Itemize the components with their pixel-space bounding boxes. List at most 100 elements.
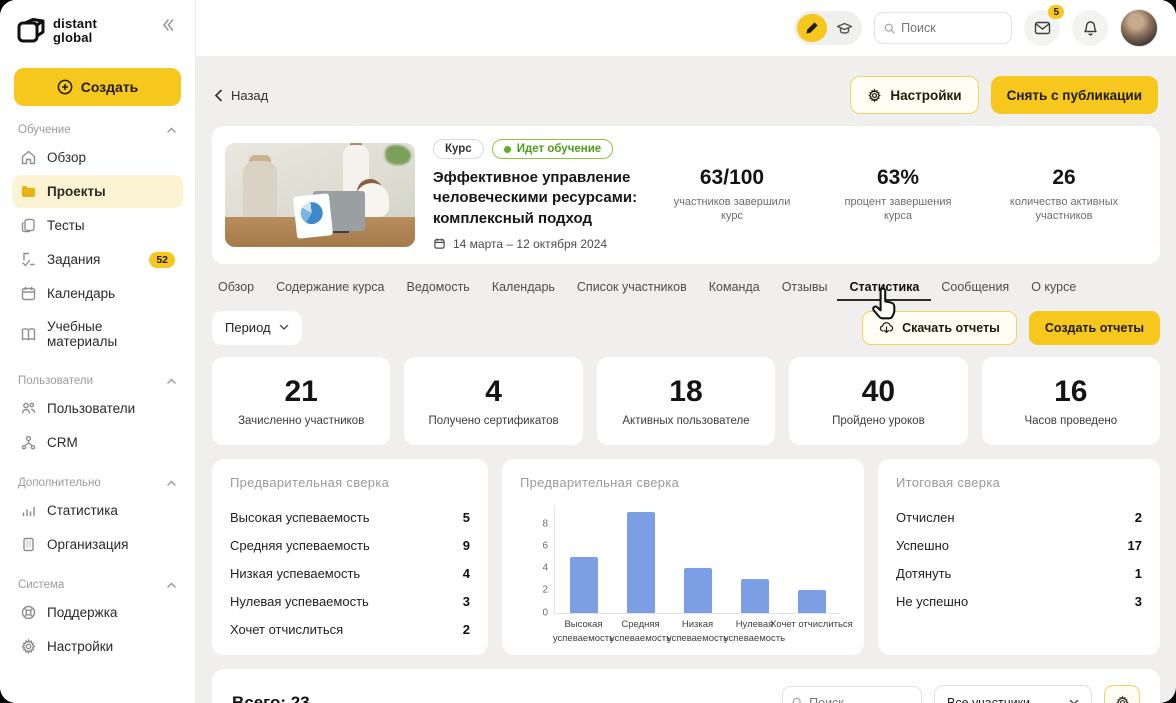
tab-participants[interactable]: Список участников bbox=[577, 280, 687, 301]
tab-about[interactable]: О курсе bbox=[1031, 280, 1076, 301]
sidebar-item-organization[interactable]: Организация bbox=[12, 528, 183, 561]
participants-total: Всего: 23 bbox=[232, 693, 782, 703]
list-item: Не успешно3 bbox=[896, 588, 1142, 616]
global-search[interactable] bbox=[874, 12, 1012, 44]
gear-icon bbox=[1115, 695, 1130, 703]
tab-overview[interactable]: Обзор bbox=[218, 280, 254, 301]
bar-chart-plot: 02468Высокая успеваемостьСредняя успевае… bbox=[554, 506, 840, 614]
tab-reviews[interactable]: Отзывы bbox=[782, 280, 828, 301]
tab-gradebook[interactable]: Ведомость bbox=[407, 280, 470, 301]
participants-search-input[interactable] bbox=[809, 696, 912, 703]
bar-chart: 02468Высокая успеваемостьСредняя успевае… bbox=[520, 500, 846, 640]
section-title: Обучение bbox=[18, 124, 71, 136]
brand-cube-icon bbox=[16, 16, 46, 46]
support-icon bbox=[20, 604, 37, 621]
sidebar-item-overview[interactable]: Обзор bbox=[12, 141, 183, 174]
participants-filter-dropdown[interactable]: Все участники bbox=[934, 685, 1092, 703]
pencil-icon bbox=[805, 21, 819, 35]
course-type-badge: Курс bbox=[433, 139, 484, 159]
panel-title: Итоговая сверка bbox=[896, 475, 1142, 490]
assignment-check-icon bbox=[20, 251, 37, 268]
y-axis-tick: 2 bbox=[542, 585, 548, 596]
tests-icon bbox=[20, 217, 37, 234]
sidebar-item-assignments[interactable]: Задания 52 bbox=[12, 243, 183, 276]
list-item: Отчислен2 bbox=[896, 504, 1142, 532]
y-axis-tick: 4 bbox=[542, 563, 548, 574]
create-button[interactable]: Создать bbox=[14, 68, 181, 106]
sidebar-item-users[interactable]: Пользователи bbox=[12, 392, 183, 425]
course-settings-button[interactable]: Настройки bbox=[850, 76, 978, 114]
chevron-down-icon bbox=[1069, 699, 1079, 703]
sidebar-item-label: Организация bbox=[47, 537, 128, 552]
search-input[interactable] bbox=[901, 21, 1002, 35]
cloud-download-icon bbox=[879, 321, 894, 334]
tab-statistics[interactable]: Статистика bbox=[849, 280, 919, 301]
course-image bbox=[225, 143, 415, 247]
chevron-up-icon[interactable] bbox=[166, 478, 177, 489]
download-reports-button[interactable]: Скачать отчеты bbox=[862, 311, 1017, 345]
sidebar-item-support[interactable]: Поддержка bbox=[12, 596, 183, 629]
sidebar-item-label: Поддержка bbox=[47, 605, 117, 620]
chevron-down-icon bbox=[279, 324, 289, 331]
course-status-badge: Идет обучение bbox=[492, 139, 614, 159]
tab-calendar[interactable]: Календарь bbox=[492, 280, 555, 301]
messages-button[interactable]: 5 bbox=[1024, 10, 1060, 46]
chevron-left-icon bbox=[214, 89, 223, 102]
app-window: distantglobal Создать Обучение Обзор bbox=[0, 0, 1176, 703]
sidebar-section-system: Система Поддержка Настройки bbox=[12, 573, 183, 663]
create-reports-button[interactable]: Создать отчеты bbox=[1029, 311, 1160, 345]
unpublish-button[interactable]: Снять с публикации bbox=[991, 76, 1158, 114]
y-axis-tick: 8 bbox=[542, 518, 548, 529]
course-dates: 14 марта – 12 октября 2024 bbox=[433, 237, 648, 251]
stat-card-lessons: 40Пройдено уроков bbox=[789, 357, 967, 445]
tab-team[interactable]: Команда bbox=[709, 280, 760, 301]
list-item: Дотянуть1 bbox=[896, 560, 1142, 588]
sidebar-item-statistics[interactable]: Статистика bbox=[12, 494, 183, 527]
sidebar: distantglobal Создать Обучение Обзор bbox=[0, 0, 196, 703]
bar bbox=[570, 557, 598, 613]
tab-messages[interactable]: Сообщения bbox=[941, 280, 1009, 301]
sidebar-item-crm[interactable]: CRM bbox=[12, 426, 183, 459]
main-content: Назад Настройки Снять с публикации bbox=[196, 56, 1176, 703]
brand-logo[interactable]: distantglobal bbox=[16, 16, 97, 46]
gear-icon bbox=[20, 638, 37, 655]
sidebar-item-label: Настройки bbox=[47, 639, 113, 654]
chevron-up-icon[interactable] bbox=[166, 580, 177, 591]
status-dot-icon bbox=[504, 146, 511, 153]
tab-course-content[interactable]: Содержание курса bbox=[276, 280, 384, 301]
list-item: Хочет отчислиться2 bbox=[230, 616, 470, 644]
y-axis-tick: 0 bbox=[542, 607, 548, 618]
sidebar-item-calendar[interactable]: Календарь bbox=[12, 277, 183, 310]
stat-card-active-users: 18Активных пользователе bbox=[597, 357, 775, 445]
chevron-up-icon[interactable] bbox=[166, 376, 177, 387]
sidebar-item-materials[interactable]: Учебные материалы bbox=[12, 311, 183, 357]
sidebar-item-label: Учебные материалы bbox=[47, 319, 175, 349]
sidebar-section-training: Обучение Обзор Проекты Тесты Задания 52 bbox=[12, 118, 183, 357]
list-item: Успешно17 bbox=[896, 532, 1142, 560]
section-title: Система bbox=[18, 579, 64, 591]
sidebar-collapse-icon[interactable] bbox=[157, 16, 179, 34]
period-dropdown[interactable]: Период bbox=[212, 311, 302, 345]
sidebar-item-settings[interactable]: Настройки bbox=[12, 630, 183, 663]
sidebar-item-projects[interactable]: Проекты bbox=[12, 175, 183, 208]
course-stat-completed: 63/100 участников завершили курс bbox=[666, 166, 798, 225]
user-avatar[interactable] bbox=[1120, 9, 1158, 47]
back-button[interactable]: Назад bbox=[214, 88, 268, 103]
participants-panel: Всего: 23 Все участники Фамилия Имя⇅ bbox=[212, 669, 1160, 703]
notifications-button[interactable] bbox=[1072, 10, 1108, 46]
x-axis-label: Хочет отчислиться bbox=[769, 618, 855, 632]
sidebar-item-label: Обзор bbox=[47, 150, 86, 165]
participants-search[interactable] bbox=[782, 686, 922, 703]
student-mode-button[interactable] bbox=[829, 14, 859, 42]
chevron-up-icon[interactable] bbox=[166, 125, 177, 136]
stat-card-hours: 16Часов проведено bbox=[982, 357, 1160, 445]
plus-circle-icon bbox=[57, 79, 73, 95]
sidebar-section-users: Пользователи Пользователи CRM bbox=[12, 369, 183, 459]
list-item: Низкая успеваемость4 bbox=[230, 560, 470, 588]
edit-mode-button[interactable] bbox=[797, 14, 827, 42]
bar-chart-icon bbox=[20, 502, 37, 519]
sidebar-item-tests[interactable]: Тесты bbox=[12, 209, 183, 242]
table-settings-button[interactable] bbox=[1104, 685, 1140, 703]
back-label: Назад bbox=[231, 88, 268, 103]
course-card: Курс Идет обучение Эффективное управлени… bbox=[212, 126, 1160, 264]
